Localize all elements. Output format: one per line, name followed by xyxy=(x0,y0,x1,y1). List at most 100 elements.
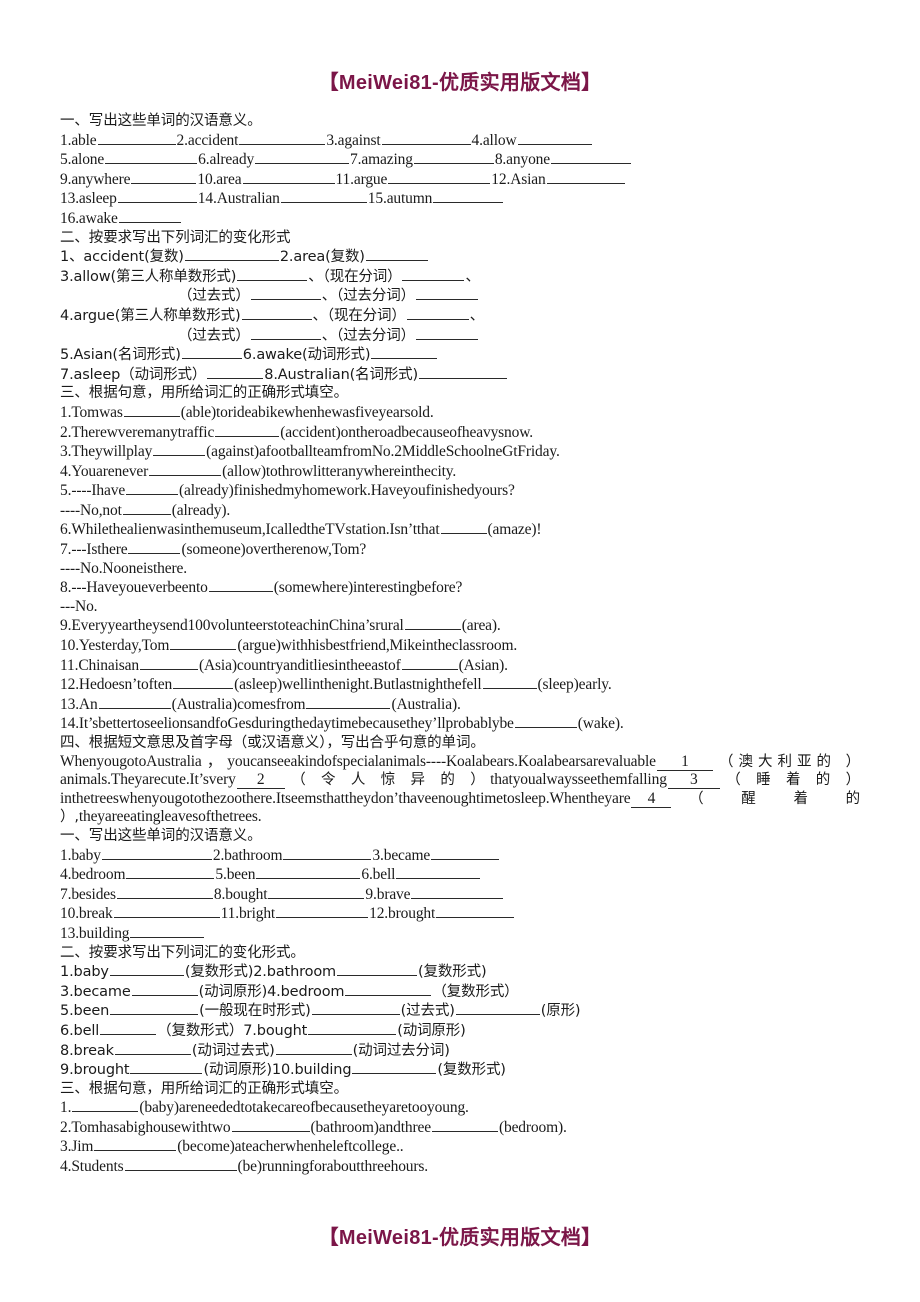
answer-blank[interactable] xyxy=(306,695,391,709)
answer-blank[interactable] xyxy=(173,675,234,690)
part2-form-line-2: 3.became (动词原形)4.bedroom （复数形式） xyxy=(60,982,860,1002)
sentence-cue: (allow) xyxy=(222,462,266,480)
answer-blank[interactable] xyxy=(131,170,197,184)
answer-blank[interactable] xyxy=(345,982,432,996)
answer-blank[interactable] xyxy=(371,345,438,360)
answer-blank[interactable] xyxy=(419,365,508,379)
answer-blank[interactable] xyxy=(153,442,206,457)
sentence-cue: (amaze)! xyxy=(487,521,542,539)
answer-blank[interactable] xyxy=(388,170,491,184)
answer-blank[interactable] xyxy=(546,170,625,184)
answer-blank[interactable] xyxy=(109,962,184,977)
sentence-cue: (argue) xyxy=(237,637,281,655)
sentence-text: countryanditliesintheeastof xyxy=(236,656,401,674)
answer-blank[interactable] xyxy=(433,189,504,204)
answer-blank[interactable] xyxy=(128,540,181,555)
sentence-text: withhisbestfriend,Mikeintheclassroom. xyxy=(280,637,518,655)
answer-blank[interactable] xyxy=(411,885,504,899)
form-prompt: 3.became xyxy=(60,983,131,1000)
answer-blank[interactable] xyxy=(94,1137,177,1152)
answer-blank[interactable] xyxy=(130,924,205,938)
answer-blank[interactable] xyxy=(404,616,461,631)
answer-blank[interactable] xyxy=(401,656,458,670)
answer-blank[interactable] xyxy=(170,636,237,651)
answer-blank[interactable] xyxy=(268,885,365,899)
answer-blank[interactable] xyxy=(184,247,279,262)
answer-blank[interactable] xyxy=(124,1157,237,1172)
answer-blank[interactable] xyxy=(118,209,181,223)
answer-blank[interactable] xyxy=(237,267,308,281)
numbered-blank-3[interactable]: 3 xyxy=(667,771,720,790)
answer-blank[interactable] xyxy=(98,695,171,709)
answer-blank[interactable] xyxy=(113,904,220,919)
passage-text: theyareeatingleavesofthetrees. xyxy=(78,808,262,826)
answer-blank[interactable] xyxy=(517,131,592,145)
answer-blank[interactable] xyxy=(406,306,469,320)
answer-blank[interactable] xyxy=(130,1060,203,1075)
answer-blank[interactable] xyxy=(514,714,577,729)
answer-blank[interactable] xyxy=(381,131,471,145)
answer-blank[interactable] xyxy=(207,365,264,379)
answer-blank[interactable] xyxy=(365,247,428,262)
answer-blank[interactable] xyxy=(352,1060,437,1075)
part1-form-line-5: （过去式） 、（过去分词） xyxy=(60,326,860,346)
answer-blank[interactable] xyxy=(275,1041,352,1055)
answer-blank[interactable] xyxy=(215,423,280,437)
answer-blank[interactable] xyxy=(283,846,372,860)
answer-blank[interactable] xyxy=(239,131,326,145)
answer-blank[interactable] xyxy=(276,904,369,919)
answer-blank[interactable] xyxy=(116,885,213,899)
form-prompt: 、 xyxy=(469,307,485,324)
answer-blank[interactable] xyxy=(440,520,487,535)
answer-blank[interactable] xyxy=(140,656,198,670)
form-prompt: (复数形式) xyxy=(418,964,487,981)
answer-blank[interactable] xyxy=(337,962,418,977)
answer-blank[interactable] xyxy=(431,846,500,860)
answer-blank[interactable] xyxy=(126,865,215,880)
watermark-footer: 【MeiWei81-优质实用版文档】 xyxy=(318,1227,602,1249)
answer-blank[interactable] xyxy=(231,1118,310,1132)
answer-blank[interactable] xyxy=(311,1001,400,1016)
word-item: 13.building xyxy=(60,924,130,942)
answer-blank[interactable] xyxy=(308,1021,397,1035)
form-prompt: 6.awake(动词形式) xyxy=(242,347,371,364)
answer-blank[interactable] xyxy=(396,865,481,880)
answer-blank[interactable] xyxy=(241,306,312,320)
answer-blank[interactable] xyxy=(110,1001,199,1016)
answer-blank[interactable] xyxy=(72,1098,139,1113)
answer-blank[interactable] xyxy=(114,1041,191,1055)
answer-blank[interactable] xyxy=(101,846,212,860)
answer-blank[interactable] xyxy=(105,150,198,165)
numbered-blank-1[interactable]: 1 xyxy=(656,753,713,771)
answer-blank[interactable] xyxy=(122,501,171,515)
answer-blank[interactable] xyxy=(482,675,537,690)
answer-blank[interactable] xyxy=(256,865,361,880)
answer-blank[interactable] xyxy=(117,189,197,204)
answer-blank[interactable] xyxy=(131,982,198,996)
answer-blank[interactable] xyxy=(551,150,632,165)
answer-blank[interactable] xyxy=(402,267,465,281)
answer-blank[interactable] xyxy=(255,150,350,165)
numbered-blank-2[interactable]: 2 xyxy=(236,771,285,790)
answer-blank[interactable] xyxy=(431,1118,498,1132)
answer-blank[interactable] xyxy=(415,326,478,340)
answer-blank[interactable] xyxy=(123,403,180,417)
answer-blank[interactable] xyxy=(126,481,179,496)
answer-blank[interactable] xyxy=(97,131,176,145)
sentence-text: ----No,not xyxy=(60,501,122,519)
answer-blank[interactable] xyxy=(149,462,222,476)
answer-blank[interactable] xyxy=(280,189,367,204)
answer-blank[interactable] xyxy=(181,345,242,360)
answer-blank[interactable] xyxy=(455,1001,540,1016)
numbered-blank-4[interactable]: 4 xyxy=(631,790,672,808)
answer-blank[interactable] xyxy=(250,326,321,340)
answer-blank[interactable] xyxy=(208,578,273,593)
answer-blank[interactable] xyxy=(413,150,494,165)
word-item: 4.allow xyxy=(471,131,517,149)
answer-blank[interactable] xyxy=(436,904,515,919)
answer-blank[interactable] xyxy=(415,286,478,301)
answer-blank[interactable] xyxy=(242,170,335,184)
part1-sentence-7b: ----No.Nooneisthere. xyxy=(60,560,860,579)
answer-blank[interactable] xyxy=(100,1021,157,1035)
answer-blank[interactable] xyxy=(250,286,321,301)
